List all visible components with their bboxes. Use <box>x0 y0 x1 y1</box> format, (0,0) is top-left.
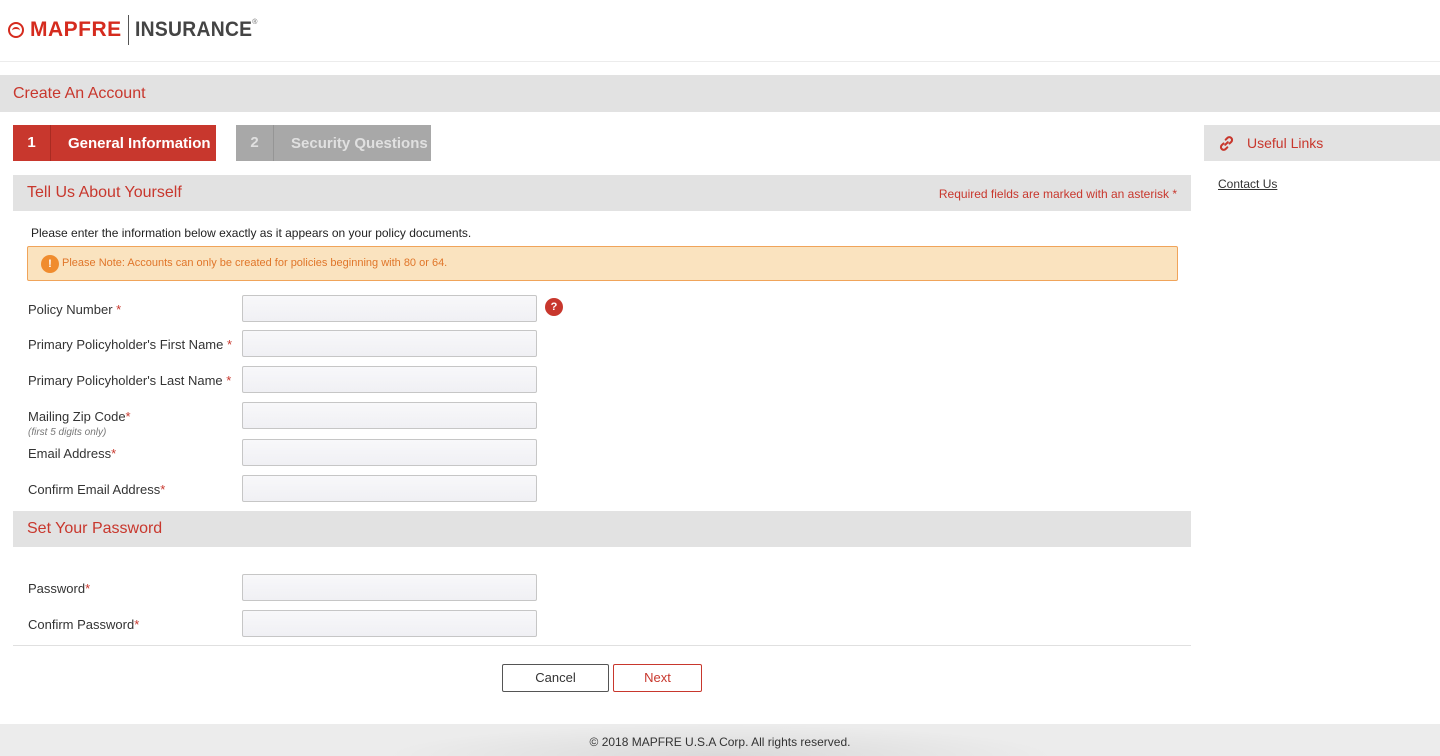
step-security-questions: 2 Security Questions <box>236 125 431 161</box>
policy-number-input[interactable] <box>242 295 537 322</box>
section-header-about: Tell Us About Yourself Required fields a… <box>13 175 1191 211</box>
policy-number-label: Policy Number * <box>28 302 122 317</box>
step-general-information: 1 General Information <box>13 125 216 161</box>
section-title: Set Your Password <box>27 520 163 537</box>
page-title: Create An Account <box>13 85 146 102</box>
confirm-email-label: Confirm Email Address* <box>28 482 166 497</box>
link-icon <box>1219 136 1234 151</box>
useful-links-header: Useful Links <box>1204 125 1440 161</box>
step-label: General Information <box>68 134 211 152</box>
last-name-input[interactable] <box>242 366 537 393</box>
first-name-input[interactable] <box>242 330 537 357</box>
password-label: Password* <box>28 581 91 596</box>
intro-text: Please enter the information below exact… <box>31 226 472 240</box>
required-fields-note: Required fields are marked with an aster… <box>938 187 1177 201</box>
site-header: MAPFRE INSURANCE ® <box>0 0 1440 62</box>
logo-brand-text: MAPFRE <box>30 18 122 41</box>
mapfre-logo[interactable]: MAPFRE INSURANCE ® <box>8 14 267 46</box>
logo-product-text: INSURANCE <box>134 18 253 41</box>
section-title: Tell Us About Yourself <box>27 184 182 201</box>
cancel-button[interactable]: Cancel <box>502 664 609 692</box>
help-icon[interactable]: ? <box>545 298 563 316</box>
first-name-label: Primary Policyholder's First Name * <box>28 337 233 352</box>
zip-code-input[interactable] <box>242 402 537 429</box>
confirm-password-input[interactable] <box>242 610 537 637</box>
policy-notice: ! Please Note: Accounts can only be crea… <box>27 246 1178 281</box>
next-button[interactable]: Next <box>613 664 702 692</box>
section-header-password: Set Your Password <box>13 511 1191 547</box>
zip-code-label: Mailing Zip Code* <box>28 409 131 424</box>
email-label: Email Address* <box>28 446 117 461</box>
last-name-label: Primary Policyholder's Last Name * <box>28 373 232 388</box>
page-title-bar: Create An Account <box>0 75 1440 112</box>
warning-icon: ! <box>41 255 59 273</box>
registered-mark: ® <box>252 18 258 26</box>
mapfre-logo-icon <box>8 22 24 38</box>
confirm-email-input[interactable] <box>242 475 537 502</box>
contact-us-link[interactable]: Contact Us <box>1218 177 1277 191</box>
useful-links-title: Useful Links <box>1247 135 1324 151</box>
logo-separator <box>127 15 129 45</box>
confirm-password-label: Confirm Password* <box>28 617 140 632</box>
password-input[interactable] <box>242 574 537 601</box>
copyright-text: © 2018 MAPFRE U.S.A Corp. All rights res… <box>589 735 851 749</box>
site-footer: © 2018 MAPFRE U.S.A Corp. All rights res… <box>0 724 1440 756</box>
form-divider <box>13 645 1191 646</box>
zip-code-hint: (first 5 digits only) <box>28 427 107 438</box>
notice-text: Please Note: Accounts can only be create… <box>62 257 448 269</box>
email-input[interactable] <box>242 439 537 466</box>
step-number: 2 <box>236 125 274 161</box>
step-label: Security Questions <box>291 134 428 152</box>
step-number: 1 <box>13 125 51 161</box>
